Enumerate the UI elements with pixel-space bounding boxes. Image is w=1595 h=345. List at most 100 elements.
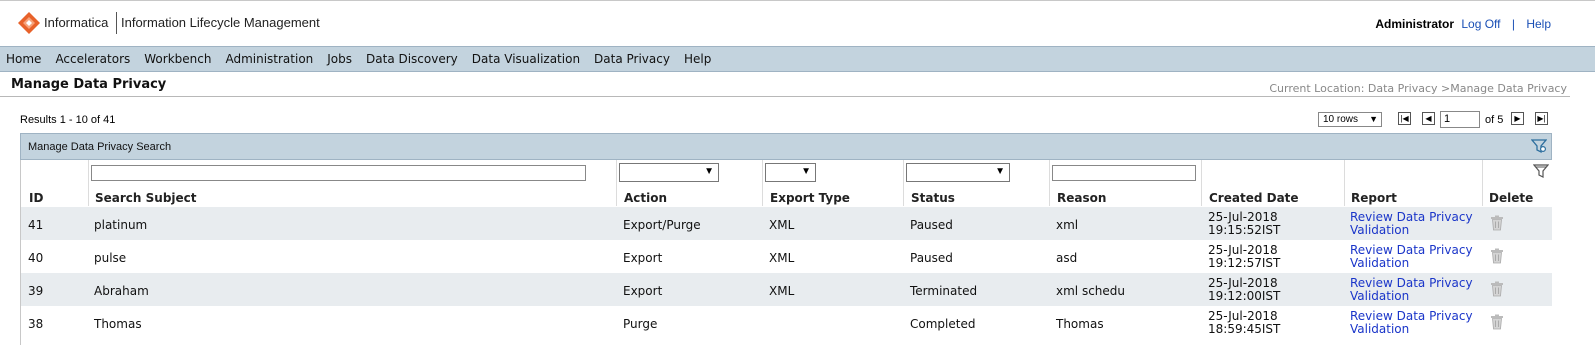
cell-export-type: XML [769, 284, 795, 298]
last-page-button[interactable]: ▶| [1535, 112, 1548, 125]
review-report-link[interactable]: Review Data Privacy Validation [1350, 243, 1473, 270]
nav-data-visualization[interactable]: Data Visualization [472, 52, 580, 66]
cell-search-subject: Thomas [94, 317, 142, 331]
column-header-id[interactable]: ID [29, 191, 43, 205]
trash-icon[interactable] [1490, 248, 1504, 264]
help-link[interactable]: Help [1526, 17, 1551, 31]
cell-reason: xml [1056, 218, 1079, 232]
logoff-link[interactable]: Log Off [1461, 17, 1500, 31]
rows-per-page-value: 10 rows [1323, 114, 1359, 125]
column-header-delete: Delete [1489, 191, 1534, 205]
trash-icon[interactable] [1490, 281, 1504, 297]
report-link-line2: Validation [1350, 289, 1410, 303]
informatica-logo [18, 12, 40, 34]
cell-status: Terminated [910, 284, 978, 298]
user-name: Administrator [1375, 17, 1455, 31]
review-report-link[interactable]: Review Data Privacy Validation [1350, 210, 1473, 237]
search-panel-header: Manage Data Privacy Search [20, 133, 1552, 160]
page-number-input[interactable]: 1 [1440, 111, 1480, 128]
column-header-created-date[interactable]: Created Date [1209, 191, 1299, 205]
user-area: Administrator Log Off | Help [1375, 17, 1551, 31]
rows-per-page-select[interactable]: 10 rows ▼ [1318, 112, 1382, 127]
nav-workbench[interactable]: Workbench [144, 52, 211, 66]
cell-report: Review Data Privacy Validation [1350, 211, 1473, 237]
header-separator: | [1511, 17, 1515, 31]
nav-jobs[interactable]: Jobs [327, 52, 352, 66]
next-page-button[interactable]: ▶ [1511, 112, 1524, 125]
column-divider [762, 160, 763, 206]
column-divider [903, 160, 904, 206]
page-title: Manage Data Privacy [11, 77, 167, 92]
cell-created-date: 25-Jul-2018 19:12:00IST [1208, 277, 1280, 303]
search-panel-title: Manage Data Privacy Search [28, 141, 172, 153]
search-subject-filter-input[interactable] [91, 165, 586, 181]
column-divider [1201, 160, 1202, 206]
column-header-search-subject[interactable]: Search Subject [95, 191, 197, 205]
cell-id: 41 [28, 218, 44, 232]
created-time: 19:15:52IST [1208, 223, 1281, 237]
review-report-link[interactable]: Review Data Privacy Validation [1350, 276, 1473, 303]
cell-search-subject: Abraham [94, 284, 149, 298]
results-count: Results 1 - 10 of 41 [20, 114, 116, 126]
breadcrumb: Current Location: Data Privacy >Manage D… [1269, 82, 1567, 95]
trash-icon[interactable] [1490, 215, 1504, 231]
cell-created-date: 25-Jul-2018 19:12:57IST [1208, 244, 1280, 270]
prev-page-button[interactable]: ◀ [1422, 112, 1435, 125]
filter-settings-icon[interactable] [1531, 138, 1547, 154]
created-date: 25-Jul-2018 [1208, 276, 1278, 290]
column-divider [1482, 160, 1483, 206]
report-link-line1: Review Data Privacy [1350, 309, 1473, 323]
app-header: Informatica Information Lifecycle Manage… [0, 0, 1595, 46]
cell-created-date: 25-Jul-2018 18:59:45IST [1208, 310, 1280, 336]
cell-id: 39 [28, 284, 44, 298]
report-link-line2: Validation [1350, 322, 1410, 336]
cell-search-subject: platinum [94, 218, 148, 232]
cell-action: Export [623, 251, 663, 265]
nav-data-privacy[interactable]: Data Privacy [594, 52, 670, 66]
dropdown-arrow-icon: ▼ [1369, 114, 1378, 124]
dropdown-arrow-icon: ▼ [704, 166, 714, 177]
report-link-line2: Validation [1350, 223, 1410, 237]
column-divider [88, 160, 89, 206]
column-header-status[interactable]: Status [911, 191, 955, 205]
column-divider [616, 160, 617, 206]
created-date: 25-Jul-2018 [1208, 210, 1278, 224]
column-header-action[interactable]: Action [624, 191, 667, 205]
nav-home[interactable]: Home [6, 52, 41, 66]
main-nav: Home Accelerators Workbench Administrati… [0, 46, 1595, 72]
created-time: 19:12:57IST [1208, 256, 1281, 270]
cell-search-subject: pulse [94, 251, 127, 265]
column-header-reason[interactable]: Reason [1057, 191, 1106, 205]
status-filter-select[interactable]: ▼ [906, 163, 1010, 182]
created-date: 25-Jul-2018 [1208, 243, 1278, 257]
trash-icon[interactable] [1490, 314, 1504, 330]
cell-action: Purge [623, 317, 658, 331]
action-filter-select[interactable]: ▼ [619, 163, 719, 182]
reason-filter-input[interactable] [1052, 165, 1196, 181]
nav-help[interactable]: Help [684, 52, 711, 66]
title-divider [0, 96, 1570, 97]
cell-status: Completed [910, 317, 976, 331]
nav-accelerators[interactable]: Accelerators [55, 52, 130, 66]
report-link-line1: Review Data Privacy [1350, 276, 1473, 290]
cell-created-date: 25-Jul-2018 19:15:52IST [1208, 211, 1280, 237]
cell-reason: Thomas [1056, 317, 1104, 331]
page-total: of 5 [1485, 114, 1504, 126]
nav-data-discovery[interactable]: Data Discovery [366, 52, 458, 66]
cell-report: Review Data Privacy Validation [1350, 277, 1473, 303]
cell-action: Export/Purge [623, 218, 701, 232]
cell-status: Paused [910, 218, 953, 232]
column-header-export-type[interactable]: Export Type [770, 191, 850, 205]
cell-reason: asd [1056, 251, 1078, 265]
cell-action: Export [623, 284, 663, 298]
export-type-filter-select[interactable]: ▼ [765, 163, 816, 182]
review-report-link[interactable]: Review Data Privacy Validation [1350, 309, 1473, 336]
created-time: 19:12:00IST [1208, 289, 1281, 303]
cell-export-type: XML [769, 251, 795, 265]
filter-icon[interactable] [1533, 163, 1549, 179]
nav-administration[interactable]: Administration [225, 52, 313, 66]
table-row: 40 pulse Export XML Paused asd 25-Jul-20… [21, 240, 1552, 273]
report-link-line1: Review Data Privacy [1350, 210, 1473, 224]
report-link-line2: Validation [1350, 256, 1410, 270]
first-page-button[interactable]: |◀ [1398, 112, 1411, 125]
